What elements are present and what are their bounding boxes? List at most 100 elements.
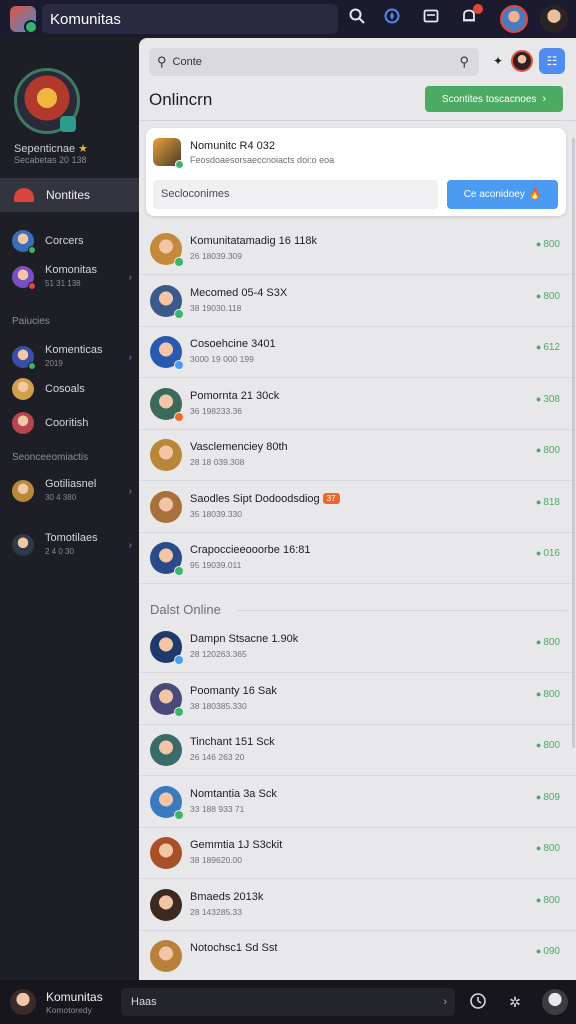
compass-icon[interactable] [381,7,403,29]
card-avatar[interactable] [153,138,184,169]
sidebar-item-sub: 2 4 0 30 [45,547,74,556]
current-user-avatar[interactable] [10,989,36,1015]
member-avatar[interactable] [150,284,184,319]
member-avatar[interactable] [150,233,184,267]
featured-card: Nomunitc R4 032 Feosdoaesorsaeccnoiacts … [146,128,566,216]
list-item[interactable]: Komunitatamadig 16 118k 26 18039.309 ● 800 [139,224,576,275]
sidebar-item-label: Komenticas [45,344,103,356]
list-item[interactable]: Cosoehcine 3401 3000 19 000 199 ● 612 [139,327,576,378]
member-avatar[interactable] [150,888,182,921]
viewer-count-text: 800 [543,688,560,700]
member-name-text: Vasclemenciey 80th [190,441,288,453]
star-icon: ★ [78,143,89,155]
settings-icon[interactable]: ✲ [505,992,525,1012]
primary-action-button[interactable]: Scontites toscacnoes › [425,86,563,112]
sidebar-item[interactable]: Cosoals [12,378,132,400]
user-avatar[interactable] [511,50,533,72]
sidebar-section-title: Seonceeomiactis [12,452,89,463]
sidebar-item-avatar [12,346,36,370]
list-item[interactable]: Tinchant 151 Sck 26 146 263 20 ● 800 [139,725,576,776]
card-action-button[interactable]: Ce aconidoey 🔥 [447,180,558,209]
pin-icon[interactable]: ✦ [493,54,503,68]
friend-avatar[interactable] [542,989,568,1015]
card-subtitle: Feosdoaesorsaeccnoiacts doi:o eoa [190,155,335,165]
chevron-right-icon[interactable]: › [129,540,132,551]
list-item[interactable]: Saodles Sipt Dodoodsdiog 37 35 18039.330 ● 8… [139,482,576,533]
status-dot [174,566,184,576]
sidebar-item-active[interactable]: Nontites [0,178,139,212]
member-name-text: Nomtantia 3a Sck [190,787,277,800]
viewer-count-text: 800 [543,290,560,302]
card-action-label: Ce aconidoey [463,189,525,200]
search-input[interactable]: Conte [173,56,202,68]
member-meta: 26 18039.309 [190,251,242,261]
message-input[interactable]: Haas › [121,988,455,1016]
chevron-right-icon[interactable]: › [129,352,132,363]
list-item[interactable]: Gemmtia 1J S3ckit 38 189620.00 ● 800 [139,828,576,879]
list-item[interactable]: Dampn Stsacne 1.90k 28 120263.365 ● 800 [139,622,576,673]
sidebar-item-sub: 2019 [45,359,63,368]
card-input[interactable]: Secloconimes [153,180,438,209]
member-meta: 3000 19 000 199 [190,354,254,364]
status-dot [174,257,184,267]
camera-icon: ● [535,342,542,352]
sidebar-item-text: Komonitas 51 31 138 [45,264,97,290]
member-avatar[interactable] [150,336,184,370]
camera-icon: ● [535,894,542,905]
sidebar-item[interactable]: Gotiliasnel 30 4 380 › [12,478,132,504]
member-avatar[interactable] [150,387,184,422]
member-avatar[interactable] [150,439,182,471]
viewer-count: ● 016 [536,548,560,559]
list-item[interactable]: Notochsc1 Sd Sst ● 090 [139,931,576,980]
viewer-count: ● 809 [536,792,560,803]
list-item[interactable]: Nomtantia 3a Sck 33 188 933 71 ● 809 [139,777,576,828]
avatar[interactable] [500,5,528,33]
chat-button[interactable]: ☷ [539,48,565,74]
sidebar-item[interactable]: Corcers [12,230,132,254]
member-name-text: Saodles Sipt Dodoodsdiog [190,492,320,505]
search-bar[interactable]: ⚲ Conte ⚲ [149,48,479,76]
list-item[interactable]: Vasclemenciey 80th 28 18 039.308 ● 800 [139,430,576,481]
member-avatar[interactable] [150,682,184,717]
member-avatar[interactable] [150,542,184,576]
profile-avatar[interactable] [540,5,568,33]
member-avatar[interactable] [150,734,182,766]
list-item[interactable]: Poomanty 16 Sak 38 180385.330 ● 800 [139,674,576,725]
window-title-text: Komunitas [50,10,121,28]
member-avatar[interactable] [150,940,182,972]
member-name: Crapoccieeooorbe 16:81 [190,544,310,556]
member-meta: 38 189620.00 [190,855,242,865]
list-item[interactable]: Bmaeds 2013k 28 143285.33 ● 800 [139,880,576,931]
sidebar-item-text: Tomotilaes 2 4 0 30 [45,532,98,558]
chevron-right-icon[interactable]: › [443,988,447,1016]
search-icon[interactable] [346,7,368,29]
member-meta: 38 180385.330 [190,700,247,711]
member-name: Dampn Stsacne 1.90k [190,633,298,645]
viewer-count: ● 090 [536,946,560,957]
sidebar: Sepenticnae ★ Secabetas 20 138 Nontites C… [0,38,139,980]
sidebar-item[interactable]: Tomotilaes 2 4 0 30 › [12,532,132,558]
member-avatar[interactable] [150,785,184,820]
member-name: Notochsc1 Sd Sst [190,942,277,954]
list-item[interactable]: Mecomed 05-4 S3X 38 19030.118 ● 800 [139,276,576,327]
bottom-bar: Komunitas Komotoredy Haas › ✲ [0,980,576,1024]
sidebar-item-sub: 30 4 380 [45,493,77,502]
scrollbar[interactable] [572,138,575,748]
sidebar-item[interactable]: Komenticas 2019 › [12,344,132,370]
search-submit-icon[interactable]: ⚲ [459,54,469,70]
inbox-icon[interactable] [420,7,442,29]
sidebar-item-label: Nontites [46,188,91,202]
sidebar-item[interactable]: Komonitas 51 31 138 › [12,264,132,290]
chevron-right-icon[interactable]: › [129,272,132,283]
sidebar-item[interactable]: Cooritish [12,412,132,434]
member-avatar[interactable] [150,490,182,523]
page-title: Onlincrn [149,90,213,109]
list-item[interactable]: Pomornta 21 30ck 36 198233.36 ● 308 [139,379,576,430]
member-avatar[interactable] [150,631,184,665]
member-avatar[interactable] [150,837,182,869]
viewer-count-text: 800 [543,740,560,751]
clock-icon[interactable] [468,992,488,1012]
list-item[interactable]: Crapoccieeooorbe 16:81 95 19039.011 ● 016 [139,533,576,584]
app-logo[interactable] [10,6,38,34]
chevron-right-icon[interactable]: › [129,486,132,497]
